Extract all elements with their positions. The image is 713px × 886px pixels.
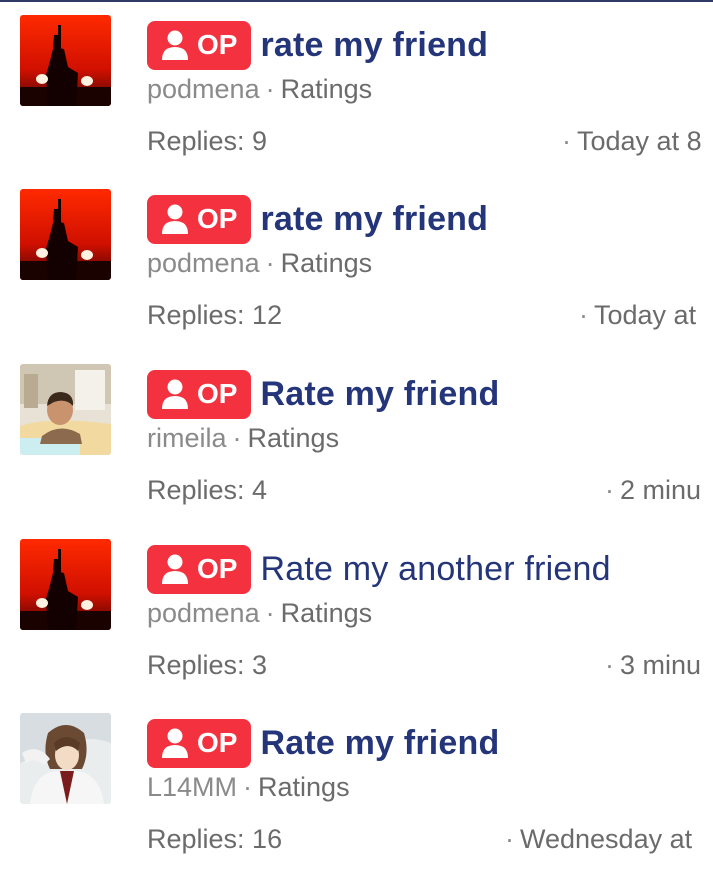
last-post-label: 2 minu <box>620 475 702 505</box>
forum-link[interactable]: Ratings <box>248 423 340 453</box>
separator-dot: · <box>232 423 242 453</box>
title-row: OP Rate my friend <box>147 369 499 419</box>
author-link[interactable]: podmena <box>147 248 260 278</box>
author-link[interactable]: L14MM <box>147 772 237 802</box>
thread-item[interactable]: OP rate my friend podmena · Ratings Replie… <box>0 174 713 348</box>
last-post-label: Today at <box>594 300 697 330</box>
separator-dot: · <box>243 772 253 802</box>
last-post-time[interactable]: · Wednesday at <box>505 824 692 855</box>
author-link[interactable]: podmena <box>147 74 260 104</box>
user-icon <box>161 379 189 409</box>
thread-meta: rimeila · Ratings <box>147 423 339 454</box>
thread-item[interactable]: OP rate my friend podmena · Ratings Replie… <box>0 0 713 174</box>
thread-meta: podmena · Ratings <box>147 74 372 105</box>
op-label: OP <box>197 727 238 758</box>
title-row: OP rate my friend <box>147 194 488 244</box>
forum-link[interactable]: Ratings <box>281 248 373 278</box>
title-row: OP rate my friend <box>147 20 488 70</box>
user-icon <box>161 554 189 584</box>
last-post-time[interactable]: · 2 minu <box>605 475 701 506</box>
user-icon <box>161 30 189 60</box>
thread-title[interactable]: Rate my friend <box>260 375 499 414</box>
thread-meta: L14MM · Ratings <box>147 772 350 803</box>
person-photo-avatar <box>20 364 111 455</box>
thread-title[interactable]: rate my friend <box>260 200 488 239</box>
thread-item[interactable]: OP Rate my friend L14MM · Ratings Replies:… <box>0 698 713 872</box>
thread-title[interactable]: Rate my friend <box>260 724 499 763</box>
user-icon <box>161 728 189 758</box>
op-label: OP <box>197 203 238 234</box>
separator-dot: · <box>265 248 275 278</box>
thread-meta: podmena · Ratings <box>147 248 372 279</box>
author-link[interactable]: podmena <box>147 598 260 628</box>
title-row: OP Rate my friend <box>147 718 499 768</box>
avatar[interactable] <box>20 713 111 804</box>
thread-item[interactable]: OP Rate my another friend podmena · Rating… <box>0 524 713 698</box>
replies-count: Replies: 16 <box>147 824 283 854</box>
separator-dot: · <box>265 74 275 104</box>
op-label: OP <box>197 553 238 584</box>
replies-count: Replies: 3 <box>147 650 268 680</box>
forum-link[interactable]: Ratings <box>258 772 350 802</box>
separator-dot: · <box>265 598 275 628</box>
replies-count: Replies: 9 <box>147 126 268 156</box>
last-post-label: 3 minu <box>620 650 702 680</box>
op-label: OP <box>197 29 238 60</box>
avatar[interactable] <box>20 15 111 106</box>
forum-link[interactable]: Ratings <box>281 74 373 104</box>
red-sunset-silhouette-avatar <box>20 189 111 280</box>
thread-title[interactable]: rate my friend <box>260 26 488 65</box>
red-sunset-silhouette-avatar <box>20 539 111 630</box>
last-post-time[interactable]: · Today at 8 <box>562 126 702 157</box>
user-icon <box>161 204 189 234</box>
replies-count: Replies: 12 <box>147 300 283 330</box>
op-badge: OP <box>147 369 252 419</box>
op-badge: OP <box>147 544 252 594</box>
avatar[interactable] <box>20 539 111 630</box>
replies-count: Replies: 4 <box>147 475 268 505</box>
last-post-label: Today at 8 <box>577 126 702 156</box>
op-badge: OP <box>147 20 252 70</box>
last-post-time[interactable]: · 3 minu <box>605 650 701 681</box>
avatar[interactable] <box>20 364 111 455</box>
anime-character-avatar <box>20 713 111 804</box>
op-badge: OP <box>147 718 252 768</box>
op-badge: OP <box>147 194 252 244</box>
last-post-time[interactable]: · Today at <box>579 300 696 331</box>
forum-link[interactable]: Ratings <box>281 598 373 628</box>
title-row: OP Rate my another friend <box>147 544 611 594</box>
op-label: OP <box>197 378 238 409</box>
thread-meta: podmena · Ratings <box>147 598 372 629</box>
thread-item[interactable]: OP Rate my friend rimeila · Ratings Replie… <box>0 349 713 523</box>
thread-title[interactable]: Rate my another friend <box>260 550 610 589</box>
red-sunset-silhouette-avatar <box>20 15 111 106</box>
avatar[interactable] <box>20 189 111 280</box>
last-post-label: Wednesday at <box>520 824 693 854</box>
author-link[interactable]: rimeila <box>147 423 227 453</box>
